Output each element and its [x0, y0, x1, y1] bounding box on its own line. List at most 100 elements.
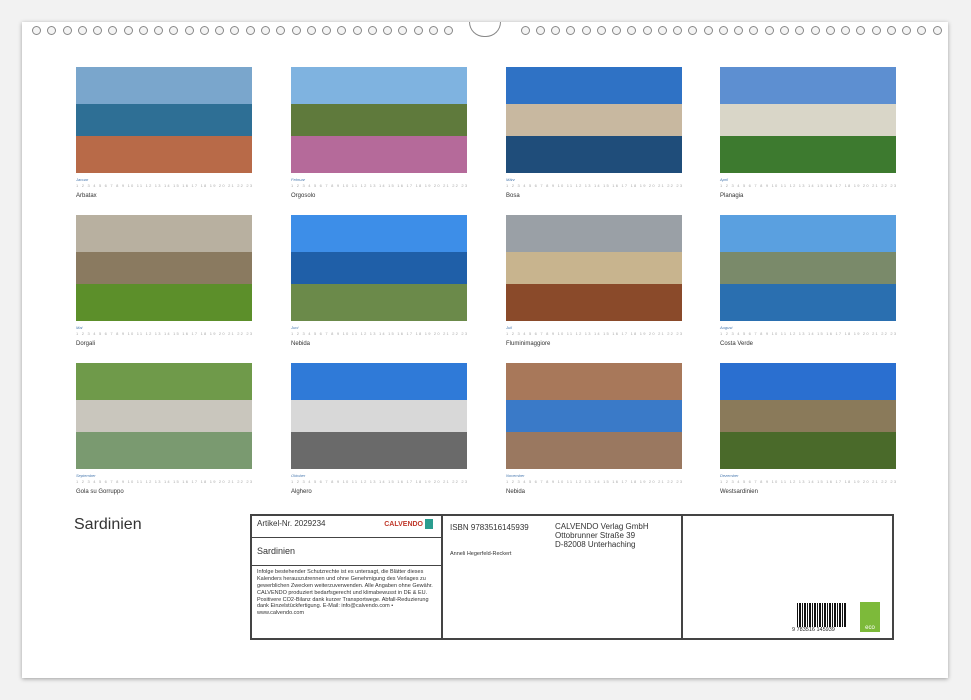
- binding-hole: [704, 26, 713, 35]
- article-row: Artikel-Nr. 2029234 CALVENDO: [252, 516, 441, 538]
- photo-caption: Gola su Gorruppo: [76, 489, 252, 495]
- binding-hole: [673, 26, 682, 35]
- article-number: Artikel-Nr. 2029234: [257, 519, 325, 528]
- binding-hole: [368, 26, 377, 35]
- binding-hole: [78, 26, 87, 35]
- binding-hole: [169, 26, 178, 35]
- binding-hole: [215, 26, 224, 35]
- month-4: April 1 2 3 4 5 6 7 8 9 10 11 12 13 14 1…: [720, 67, 896, 207]
- binding-hole: [582, 26, 591, 35]
- binding-hole: [322, 26, 331, 35]
- binding-hole: [47, 26, 56, 35]
- binding-hole: [200, 26, 209, 35]
- binding-hole: [383, 26, 392, 35]
- author: Anneli Hegerfeld-Reckert: [450, 551, 511, 557]
- photo-caption: Dorgali: [76, 341, 252, 347]
- binding-hole: [276, 26, 285, 35]
- eco-leaf-icon: eco: [860, 602, 880, 632]
- month-11: November 1 2 3 4 5 6 7 8 9 10 11 12 13 1…: [506, 363, 682, 503]
- month-12: Dezember 1 2 3 4 5 6 7 8 9 10 11 12 13 1…: [720, 363, 896, 503]
- month-6: Juni 1 2 3 4 5 6 7 8 9 10 11 12 13 14 15…: [291, 215, 467, 355]
- binding-hole: [292, 26, 301, 35]
- binding-hole: [719, 26, 728, 35]
- binding-hole: [765, 26, 774, 35]
- binding-hole: [185, 26, 194, 35]
- publisher-address: CALVENDO Verlag GmbHOttobrunner Straße 3…: [555, 523, 649, 549]
- day-numbers: 1 2 3 4 5 6 7 8 9 10 11 12 13 14 15 16 1…: [76, 479, 252, 485]
- month-photo: [76, 67, 252, 173]
- binding-hole: [841, 26, 850, 35]
- binding-hole: [521, 26, 530, 35]
- photo-caption: Orgosolo: [291, 193, 467, 199]
- month-photo: [291, 215, 467, 321]
- month-photo: [506, 363, 682, 469]
- day-numbers: 1 2 3 4 5 6 7 8 9 10 11 12 13 14 15 16 1…: [506, 331, 682, 337]
- binding-hole: [795, 26, 804, 35]
- day-numbers: 1 2 3 4 5 6 7 8 9 10 11 12 13 14 15 16 1…: [506, 479, 682, 485]
- photo-caption: Arbatax: [76, 193, 252, 199]
- binding-hole: [337, 26, 346, 35]
- day-numbers: 1 2 3 4 5 6 7 8 9 10 11 12 13 14 15 16 1…: [76, 331, 252, 337]
- calvendo-logo: CALVENDO: [384, 519, 433, 529]
- month-photo: [76, 215, 252, 321]
- day-numbers: 1 2 3 4 5 6 7 8 9 10 11 12 13 14 15 16 1…: [720, 479, 896, 485]
- binding-hole: [566, 26, 575, 35]
- binding-hole: [398, 26, 407, 35]
- binding-hole: [307, 26, 316, 35]
- photo-caption: Nebida: [291, 341, 467, 347]
- month-1: Januar 1 2 3 4 5 6 7 8 9 10 11 12 13 14 …: [76, 67, 252, 207]
- binding-hole: [597, 26, 606, 35]
- photo-caption: Nebida: [506, 489, 682, 495]
- month-7: Juli 1 2 3 4 5 6 7 8 9 10 11 12 13 14 15…: [506, 215, 682, 355]
- binding-hole: [856, 26, 865, 35]
- binding-hole: [826, 26, 835, 35]
- binding-hole: [353, 26, 362, 35]
- day-numbers: 1 2 3 4 5 6 7 8 9 10 11 12 13 14 15 16 1…: [720, 331, 896, 337]
- binding-hole: [154, 26, 163, 35]
- day-numbers: 1 2 3 4 5 6 7 8 9 10 11 12 13 14 15 16 1…: [506, 183, 682, 189]
- calendar-back-cover: Januar 1 2 3 4 5 6 7 8 9 10 11 12 13 14 …: [22, 22, 948, 678]
- binding-hole: [902, 26, 911, 35]
- day-numbers: 1 2 3 4 5 6 7 8 9 10 11 12 13 14 15 16 1…: [291, 183, 467, 189]
- barcode: [797, 603, 847, 627]
- month-photo: [76, 363, 252, 469]
- binding-hole: [749, 26, 758, 35]
- month-photo: [291, 363, 467, 469]
- binding-hole: [139, 26, 148, 35]
- legal-text: Infolge bestehender Schutzrechte ist es …: [252, 566, 441, 620]
- binding-hole: [551, 26, 560, 35]
- binding-hole: [612, 26, 621, 35]
- photo-caption: Westsardinien: [720, 489, 896, 495]
- product-name: Sardinien: [252, 538, 441, 566]
- binding-hole: [32, 26, 41, 35]
- binding-hole: [536, 26, 545, 35]
- binding-hole: [93, 26, 102, 35]
- month-photo: [720, 363, 896, 469]
- binding-hole: [658, 26, 667, 35]
- photo-caption: Bosa: [506, 193, 682, 199]
- binding-hole: [688, 26, 697, 35]
- month-10: Oktober 1 2 3 4 5 6 7 8 9 10 11 12 13 14…: [291, 363, 467, 503]
- day-numbers: 1 2 3 4 5 6 7 8 9 10 11 12 13 14 15 16 1…: [720, 183, 896, 189]
- binding-hole: [108, 26, 117, 35]
- binding-hole: [414, 26, 423, 35]
- binding-hole: [643, 26, 652, 35]
- month-2: Februar 1 2 3 4 5 6 7 8 9 10 11 12 13 14…: [291, 67, 467, 207]
- photo-caption: Fluminimaggiore: [506, 341, 682, 347]
- binding-hole: [627, 26, 636, 35]
- binding-hole: [124, 26, 133, 35]
- month-photo: [720, 215, 896, 321]
- binding-hole: [933, 26, 942, 35]
- photo-caption: Alghero: [291, 489, 467, 495]
- month-photo: [506, 67, 682, 173]
- day-numbers: 1 2 3 4 5 6 7 8 9 10 11 12 13 14 15 16 1…: [76, 183, 252, 189]
- binding-hole: [887, 26, 896, 35]
- day-numbers: 1 2 3 4 5 6 7 8 9 10 11 12 13 14 15 16 1…: [291, 331, 467, 337]
- binding-hole: [811, 26, 820, 35]
- photo-caption: Planagia: [720, 193, 896, 199]
- binding-hole: [444, 26, 453, 35]
- month-9: September 1 2 3 4 5 6 7 8 9 10 11 12 13 …: [76, 363, 252, 503]
- binding-hole: [429, 26, 438, 35]
- photo-caption: Costa Verde: [720, 341, 896, 347]
- binding-hole: [734, 26, 743, 35]
